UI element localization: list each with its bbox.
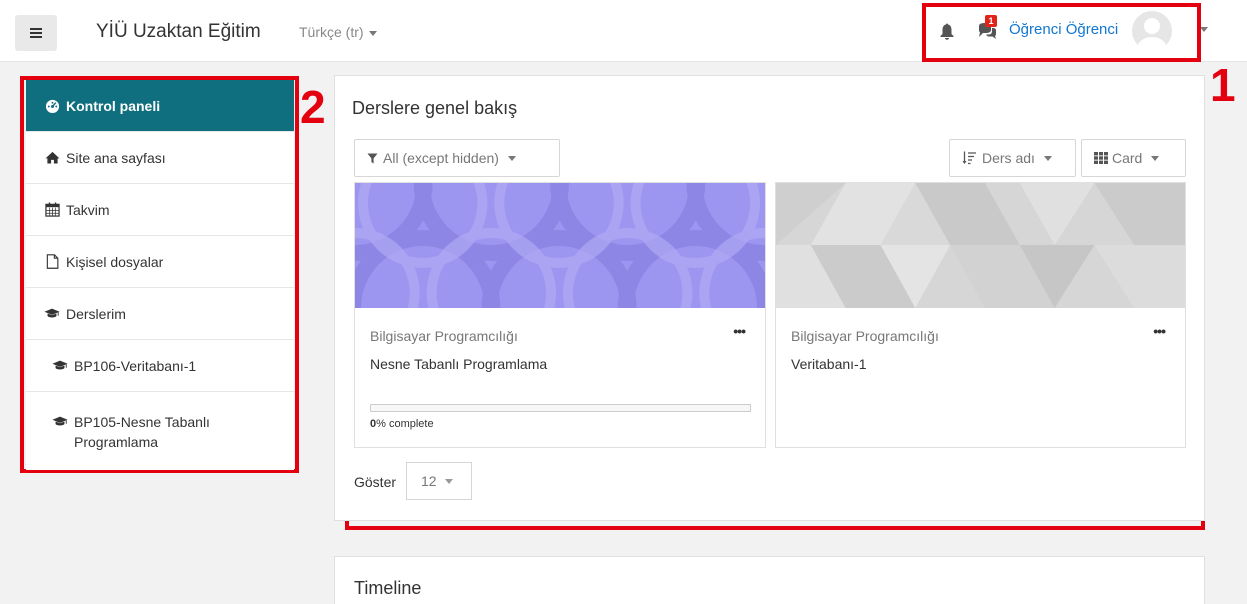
sidebar-item-label: Derslerim [66,305,126,322]
sidebar-item-course-bp106[interactable]: BP106-Veritabanı-1 [26,340,294,392]
course-card-veritabani[interactable]: Bilgisayar Programcılığı ••• Veritabanı-… [775,182,1186,448]
file-icon [44,254,60,270]
site-name[interactable]: YİÜ Uzaktan Eğitim [96,21,261,43]
sidebar: Kontrol paneli Site ana sayfası Takvim K… [26,80,294,470]
hamburger-icon [30,28,42,38]
language-label: Türkçe (tr) [299,24,364,40]
sort-label: Ders adı [982,150,1035,166]
language-menu[interactable]: Türkçe (tr) [299,24,377,40]
graduation-cap-icon [52,358,68,374]
view-dropdown[interactable]: Card [1081,139,1186,177]
more-options-icon[interactable]: ••• [733,323,746,339]
course-card-nesne[interactable]: Bilgisayar Programcılığı ••• Nesne Taban… [354,182,766,448]
paging-size-value: 12 [421,473,437,489]
sidebar-item-calendar[interactable]: Takvim [26,184,294,236]
paging-size-select[interactable]: 12 [406,462,472,500]
sidebar-item-label: Kişisel dosyalar [66,253,164,270]
chevron-down-icon [368,30,377,36]
graduation-cap-icon [44,306,60,322]
sort-icon [962,151,976,165]
sidebar-item-course-bp105[interactable]: BP105-Nesne Tabanlı Programlama [26,392,294,470]
filter-label: All (except hidden) [383,150,499,166]
timeline-block [334,556,1205,604]
sidebar-item-label: BP105-Nesne Tabanlı Programlama [74,414,210,450]
sort-dropdown[interactable]: Ders adı [949,139,1076,177]
dashboard-icon [44,98,60,114]
view-label: Card [1112,150,1143,166]
annotation-box-1 [922,3,1201,62]
annotation-number-2: 2 [300,81,326,133]
chevron-down-icon [1043,155,1052,161]
sidebar-item-label: Kontrol paneli [66,97,161,114]
timeline-title: Timeline [354,578,422,598]
course-image[interactable] [776,183,1185,308]
filter-icon [367,152,378,164]
course-image[interactable] [355,183,765,386]
sidebar-item-site-home[interactable]: Site ana sayfası [26,132,294,184]
user-menu-chevron-icon[interactable] [1200,27,1208,32]
course-progress-bar [370,404,751,412]
grid-icon [1094,152,1108,164]
chevron-down-icon [1151,155,1160,161]
course-name[interactable]: Nesne Tabanlı Programlama [370,356,547,372]
course-category: Bilgisayar Programcılığı [791,328,939,344]
course-overview-title: Derslere genel bakış [352,98,518,118]
filter-dropdown[interactable]: All (except hidden) [354,139,560,177]
home-icon [44,150,60,166]
sidebar-item-dashboard[interactable]: Kontrol paneli [26,80,294,132]
sidebar-item-label: Site ana sayfası [66,149,166,166]
paging-show-label: Göster [354,474,397,490]
sidebar-item-label: BP106-Veritabanı-1 [74,357,197,374]
more-options-icon[interactable]: ••• [1153,323,1166,339]
course-category: Bilgisayar Programcılığı [370,328,518,344]
sidebar-item-my-courses[interactable]: Derslerim [26,288,294,340]
course-name[interactable]: Veritabanı-1 [791,356,867,372]
course-progress-text: 0% complete [370,418,434,430]
chevron-down-icon [444,478,453,484]
calendar-icon [44,202,60,218]
sidebar-item-private-files[interactable]: Kişisel dosyalar [26,236,294,288]
menu-toggle-button[interactable] [15,15,57,51]
graduation-cap-icon [52,413,68,429]
sidebar-item-label: Takvim [66,201,110,218]
annotation-number-1: 1 [1210,59,1236,111]
chevron-down-icon [507,155,516,161]
